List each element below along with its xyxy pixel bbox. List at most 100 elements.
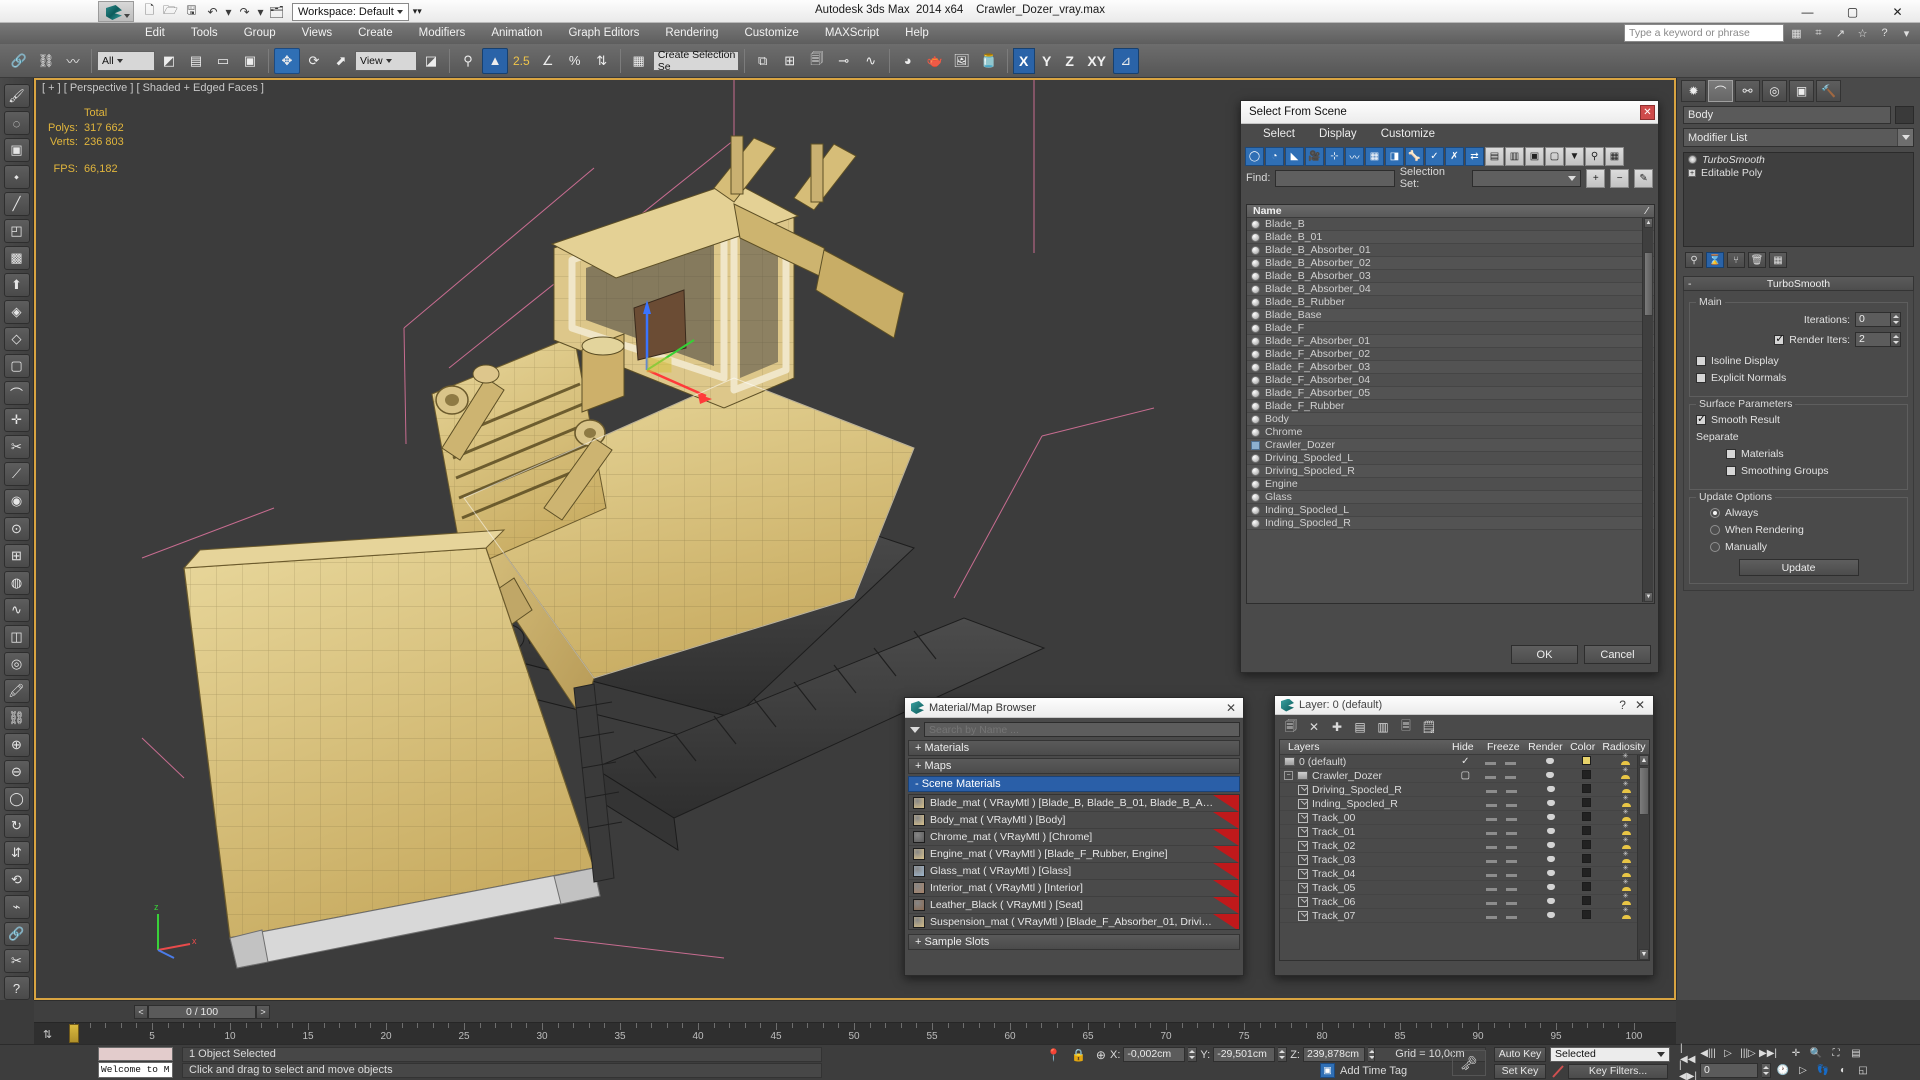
axis-constraints-toolbar-icon[interactable]: ⊿ xyxy=(1113,48,1139,74)
material-row[interactable]: Glass_mat ( VRayMtl ) [Glass] xyxy=(909,863,1239,880)
layer-scrollbar[interactable]: ▲ ▼ xyxy=(1637,755,1649,960)
favorites-icon[interactable]: ☆ xyxy=(1853,24,1872,42)
stack-item-editable-poly[interactable]: +Editable Poly xyxy=(1684,166,1913,179)
scroll-down-icon[interactable]: ▼ xyxy=(1644,592,1653,602)
scene-object-row[interactable]: Blade_F_Absorber_03 xyxy=(1247,361,1654,374)
menu-maxscript[interactable]: MAXScript xyxy=(812,23,892,44)
render-cell[interactable] xyxy=(1533,882,1571,894)
material-editor-icon[interactable]: ◕ xyxy=(895,48,921,74)
use-pivot-point-center-icon[interactable]: ◪ xyxy=(418,48,444,74)
delete-layer-icon[interactable]: ✕ xyxy=(1306,719,1322,735)
render-cell[interactable] xyxy=(1532,770,1570,782)
next-frame-icon[interactable]: |||▷ xyxy=(1740,1046,1756,1061)
scene-object-row[interactable]: Engine xyxy=(1247,478,1654,491)
connect-icon[interactable]: ✛ xyxy=(4,408,30,432)
layer-row[interactable]: Track_02 xyxy=(1280,839,1649,853)
redo-dropdown-icon[interactable]: ▾ xyxy=(256,2,265,21)
close-button[interactable]: ✕ xyxy=(1875,0,1920,23)
mmb-title-bar[interactable]: Material/Map Browser ✕ xyxy=(905,698,1243,718)
list-column-header[interactable]: Name ⁄ xyxy=(1247,205,1654,218)
symmetry-icon[interactable]: ◫ xyxy=(4,625,30,649)
chamfer-icon[interactable]: ◇ xyxy=(4,327,30,351)
scene-object-row[interactable]: Blade_B_Absorber_03 xyxy=(1247,270,1654,283)
scene-object-row[interactable]: Blade_F_Absorber_05 xyxy=(1247,387,1654,400)
scroll-up-icon[interactable]: ▲ xyxy=(1639,755,1649,766)
freeze-cell[interactable] xyxy=(1489,756,1532,768)
ok-button[interactable]: OK xyxy=(1511,645,1578,664)
selection-filter-combo[interactable]: All xyxy=(97,51,155,71)
display-xrefs-icon[interactable]: ◨ xyxy=(1385,147,1404,166)
ring-icon[interactable]: ◯ xyxy=(4,787,30,811)
border-mode-icon[interactable]: ◰ xyxy=(4,219,30,243)
layer-row[interactable]: Track_06 xyxy=(1280,895,1649,909)
stack-item-turbosmooth[interactable]: TurboSmooth xyxy=(1684,153,1913,166)
select-by-name-icon[interactable]: ▤ xyxy=(183,48,209,74)
layer-name-cell[interactable]: −Crawler_Dozer xyxy=(1280,770,1446,782)
scene-materials-section[interactable]: - Scene Materials xyxy=(908,776,1240,792)
edge-mode-icon[interactable]: ╱ xyxy=(4,192,30,216)
menu-group[interactable]: Group xyxy=(231,23,289,44)
scene-object-row[interactable]: Blade_F_Absorber_04 xyxy=(1247,374,1654,387)
scene-object-row[interactable]: Blade_B_01 xyxy=(1247,231,1654,244)
key-filters-button[interactable]: Key Filters... xyxy=(1568,1064,1668,1079)
relax-icon[interactable]: ∿ xyxy=(4,598,30,622)
maxscript-mini-listener-pink[interactable] xyxy=(98,1047,173,1061)
open-mini-curve-editor-icon[interactable]: ⇅ xyxy=(39,1026,56,1042)
layer-name-cell[interactable]: Track_00 xyxy=(1280,812,1447,824)
material-row[interactable]: Interior_mat ( VRayMtl ) [Interior] xyxy=(909,880,1239,897)
percent-snap-toggle-icon[interactable]: % xyxy=(562,48,588,74)
layer-manager-icon[interactable]: 🗐 xyxy=(804,48,830,74)
render-iters-value[interactable]: 2 xyxy=(1855,332,1891,347)
extrude-icon[interactable]: ⬆ xyxy=(4,273,30,297)
update-when-rendering-radio[interactable] xyxy=(1710,525,1720,535)
layer-name-cell[interactable]: Track_04 xyxy=(1280,868,1447,880)
scene-object-row[interactable]: Blade_Base xyxy=(1247,309,1654,322)
color-cell[interactable] xyxy=(1570,798,1603,810)
key-mode-toggle-small-icon[interactable]: |◀▶| xyxy=(1680,1063,1696,1078)
maximize-viewport-toggle-icon[interactable]: ◱ xyxy=(1855,1063,1871,1078)
select-and-move-icon[interactable]: ✥ xyxy=(274,48,300,74)
vertex-mode-icon[interactable]: ⬩ xyxy=(4,165,30,189)
slice-icon[interactable]: ⟋ xyxy=(4,462,30,486)
render-cell[interactable] xyxy=(1533,896,1571,908)
snaps-toggle-icon[interactable]: ▲ xyxy=(482,48,508,74)
iterations-spinner[interactable]: 0 xyxy=(1855,312,1901,327)
layer-settings-icon[interactable]: 🗒 xyxy=(1421,719,1437,735)
smooth-result-checkbox[interactable] xyxy=(1696,415,1706,425)
render-cell[interactable] xyxy=(1533,798,1571,810)
layer-row[interactable]: Driving_Spocled_R xyxy=(1280,783,1649,797)
bridge-icon[interactable]: ⌒ xyxy=(4,381,30,405)
scene-object-row[interactable]: Inding_Spocled_R xyxy=(1247,517,1654,530)
shrink-selection-icon[interactable]: ⊖ xyxy=(4,760,30,784)
workspace-selector[interactable]: Workspace: Default xyxy=(292,3,409,21)
layer-row[interactable]: Track_04 xyxy=(1280,867,1649,881)
hide-layers-icon[interactable]: 🗏 xyxy=(1398,719,1414,735)
attach-icon[interactable]: 🔗 xyxy=(4,922,30,946)
swift-loop-icon[interactable]: ◎ xyxy=(4,652,30,676)
scene-materials-list[interactable]: Blade_mat ( VRayMtl ) [Blade_B, Blade_B_… xyxy=(908,794,1240,930)
constraints-icon[interactable]: ⛓ xyxy=(4,706,30,730)
layer-column-render[interactable]: Render xyxy=(1524,741,1566,753)
display-lights-icon[interactable]: ◣ xyxy=(1285,147,1304,166)
scene-object-list[interactable]: Name ⁄ Blade_BBlade_B_01Blade_B_Absorber… xyxy=(1246,204,1655,604)
menu-graph-editors[interactable]: Graph Editors xyxy=(555,23,652,44)
sample-slots-section[interactable]: + Sample Slots xyxy=(908,934,1240,950)
menu-tools[interactable]: Tools xyxy=(178,23,231,44)
maximize-button[interactable]: ▢ xyxy=(1830,0,1875,23)
scene-object-row[interactable]: Blade_B_Absorber_02 xyxy=(1247,257,1654,270)
render-iters-checkbox[interactable] xyxy=(1774,335,1784,345)
rectangular-selection-region-icon[interactable]: ▭ xyxy=(210,48,236,74)
remove-modifier-icon[interactable]: 🗑 xyxy=(1748,252,1766,268)
freeze-cell[interactable] xyxy=(1490,854,1533,866)
open-file-icon[interactable]: 🗁 xyxy=(161,2,180,21)
msmooth-icon[interactable]: ◍ xyxy=(4,571,30,595)
element-mode-icon[interactable]: ▩ xyxy=(4,246,30,270)
display-bones-icon[interactable]: 🦴 xyxy=(1405,147,1424,166)
chevron-down-icon[interactable] xyxy=(1568,176,1576,181)
layer-name-cell[interactable]: Track_02 xyxy=(1280,840,1447,852)
help-icon[interactable]: ? xyxy=(1619,698,1626,712)
render-cell[interactable] xyxy=(1533,910,1571,922)
maxscript-mini-listener[interactable]: Welcome to M xyxy=(98,1062,173,1078)
x-spinner-icon[interactable] xyxy=(1188,1047,1197,1062)
layer-column-color[interactable]: Color xyxy=(1566,741,1598,753)
